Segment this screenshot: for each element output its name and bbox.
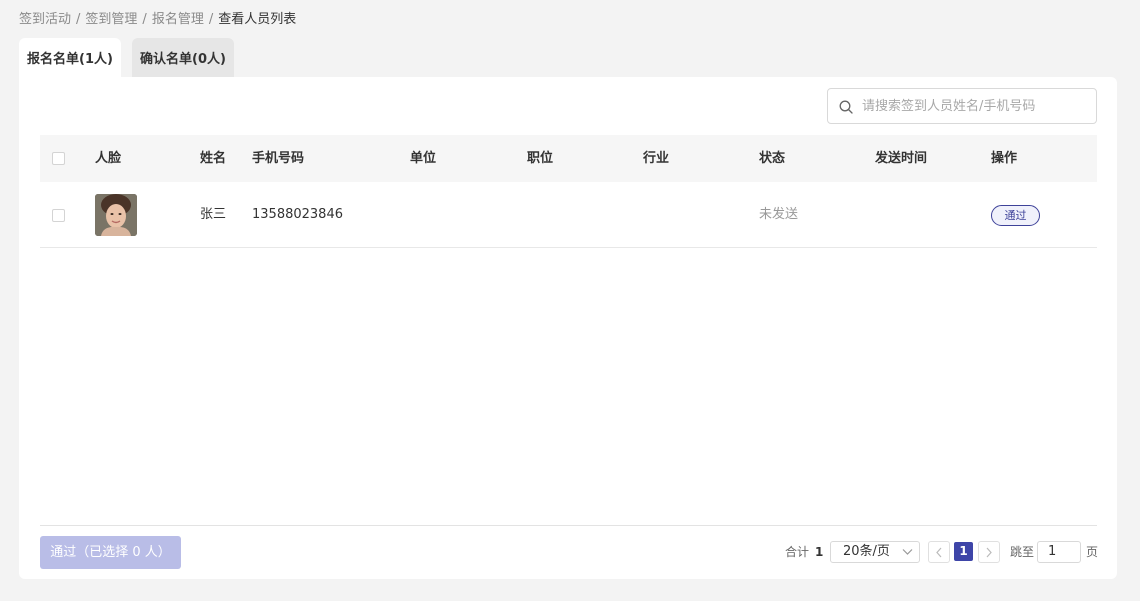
total-count: 合计 1: [785, 541, 823, 563]
chevron-down-icon: [902, 549, 913, 555]
search-box: [827, 88, 1097, 124]
breadcrumb: 签到活动 / 签到管理 / 报名管理 / 查看人员列表: [19, 8, 296, 27]
column-header-unit: 单位: [410, 151, 437, 166]
breadcrumb-current: 查看人员列表: [218, 12, 297, 27]
face-photo: [95, 194, 137, 236]
attendee-status: 未发送: [759, 207, 799, 222]
column-header-position: 职位: [527, 151, 554, 166]
breadcrumb-separator: /: [208, 12, 214, 27]
jump-label: 跳至: [1010, 545, 1035, 559]
breadcrumb-separator: /: [76, 12, 81, 27]
breadcrumb-separator: /: [142, 12, 147, 27]
jump-page-input[interactable]: 1: [1037, 541, 1081, 563]
chevron-left-icon: [936, 547, 942, 558]
main-panel: 人脸 姓名 手机号码 单位 职位 行业 状态 发送时间 操作: [19, 77, 1117, 579]
column-header-action: 操作: [991, 151, 1018, 166]
page-size-value: 20条/页: [843, 544, 890, 559]
prev-page-button[interactable]: [928, 541, 950, 563]
total-value: 1: [815, 545, 824, 559]
column-header-name: 姓名: [200, 151, 227, 166]
next-page-button[interactable]: [978, 541, 1000, 563]
page-size-select[interactable]: 20条/页: [830, 541, 920, 563]
chevron-right-icon: [986, 547, 992, 558]
attendee-phone: 13588023846: [252, 207, 343, 222]
attendee-table: 人脸 姓名 手机号码 单位 职位 行业 状态 发送时间 操作 张三 135880…: [40, 135, 1097, 248]
table-header: 人脸 姓名 手机号码 单位 职位 行业 状态 发送时间 操作: [40, 135, 1097, 182]
page-number-current[interactable]: 1: [954, 542, 973, 561]
row-checkbox[interactable]: [52, 209, 65, 222]
table-row: 张三 13588023846 未发送 通过: [40, 182, 1097, 248]
breadcrumb-item-activity[interactable]: 签到活动: [19, 8, 71, 27]
column-header-industry: 行业: [643, 151, 670, 166]
tab-registration-list[interactable]: 报名名单(1人): [19, 38, 121, 77]
column-header-face: 人脸: [95, 151, 122, 166]
footer-divider: [40, 525, 1097, 526]
breadcrumb-item-registration[interactable]: 报名管理: [152, 8, 204, 27]
column-header-send-time: 发送时间: [875, 151, 928, 166]
column-header-phone: 手机号码: [252, 151, 305, 166]
breadcrumb-item-checkin[interactable]: 签到管理: [85, 8, 137, 27]
search-input[interactable]: [862, 89, 1090, 123]
select-all-checkbox[interactable]: [52, 152, 65, 165]
attendee-name: 张三: [200, 207, 227, 222]
column-header-status: 状态: [759, 151, 786, 166]
approve-button[interactable]: 通过: [991, 205, 1040, 226]
total-label: 合计: [785, 545, 810, 559]
batch-approve-button[interactable]: 通过（已选择 0 人）: [40, 536, 181, 569]
tab-confirmed-list[interactable]: 确认名单(0人): [132, 38, 234, 77]
page-unit-label: 页: [1086, 545, 1099, 559]
search-icon: [839, 100, 853, 114]
